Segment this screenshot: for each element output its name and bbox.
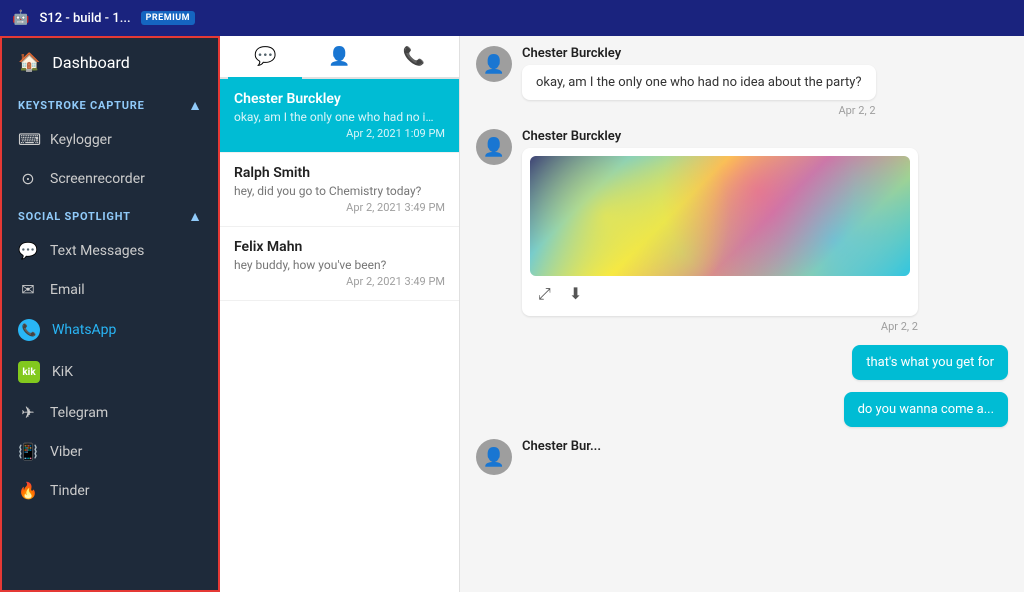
premium-badge: PREMIUM: [141, 11, 195, 25]
keystroke-chevron-icon: ▲: [188, 97, 202, 114]
conv-chester-time: Apr 2, 2021 1:09 PM: [234, 127, 445, 140]
tinder-label: Tinder: [50, 483, 90, 499]
msg-sender-2: Chester Burckley: [522, 129, 918, 144]
conv-felix-preview: hey buddy, how you've been?: [234, 258, 434, 272]
telegram-label: Telegram: [50, 405, 108, 421]
conv-chester-preview: okay, am I the only one who had no i...: [234, 110, 434, 124]
conv-ralph-time: Apr 2, 2021 3:49 PM: [234, 201, 445, 214]
social-section: SOCIAL SPOTLIGHT ▲: [2, 198, 218, 231]
keystroke-section: KEYSTROKE CAPTURE ▲: [2, 87, 218, 120]
download-icon[interactable]: ⬇: [565, 282, 586, 306]
tab-calls[interactable]: 📞: [377, 36, 451, 77]
social-section-title: SOCIAL SPOTLIGHT: [18, 210, 131, 223]
viber-label: Viber: [50, 444, 82, 460]
avatar-chester-2: 👤: [476, 129, 512, 165]
message-row-1: 👤 Chester Burckley okay, am I the only o…: [476, 46, 1008, 117]
conv-felix-name: Felix Mahn: [234, 239, 445, 255]
party-image-visual: [530, 156, 910, 276]
image-actions: ⤢ ⬇: [530, 276, 910, 308]
keystroke-section-title: KEYSTROKE CAPTURE: [18, 99, 145, 112]
sidebar-item-keylogger[interactable]: ⌨ Keylogger: [2, 120, 218, 159]
top-bar: 🤖 S12 - build - 1... PREMIUM: [0, 0, 1024, 36]
home-icon: 🏠: [18, 52, 40, 73]
screenrecorder-label: Screenrecorder: [50, 171, 145, 187]
conv-item-chester[interactable]: Chester Burckley okay, am I the only one…: [220, 79, 459, 153]
msg-bubble-wrap-5: Chester Bur...: [522, 439, 601, 458]
party-image: [530, 156, 910, 276]
msg-sender-1: Chester Burckley: [522, 46, 876, 61]
msg-bubble-wrap-4: do you wanna come a...: [844, 392, 1008, 427]
content-area: 💬 👤 📞 Chester Burckley okay, am I the on…: [220, 36, 1024, 592]
conv-ralph-name: Ralph Smith: [234, 165, 445, 181]
conversation-tabs: 💬 👤 📞: [220, 36, 459, 79]
avatar-icon-1: 👤: [483, 54, 505, 75]
email-icon: ✉: [18, 280, 38, 299]
screenrecorder-icon: ⊙: [18, 169, 38, 188]
msg-time-2: Apr 2, 2: [522, 320, 918, 333]
sidebar-item-whatsapp[interactable]: 📞 WhatsApp: [2, 309, 218, 351]
conv-chester-name: Chester Burckley: [234, 91, 445, 107]
device-title: S12 - build - 1...: [39, 11, 130, 26]
sidebar: 🏠 Dashboard KEYSTROKE CAPTURE ▲ ⌨ Keylog…: [0, 36, 220, 592]
sidebar-item-tinder[interactable]: 🔥 Tinder: [2, 471, 218, 510]
whatsapp-label: WhatsApp: [52, 322, 116, 338]
sidebar-item-kik[interactable]: kik KiK: [2, 351, 218, 393]
kik-icon: kik: [18, 361, 40, 383]
sidebar-item-text-messages[interactable]: 💬 Text Messages: [2, 231, 218, 270]
conv-ralph-preview: hey, did you go to Chemistry today?: [234, 184, 434, 198]
msg-image-bubble: ⤢ ⬇: [522, 148, 918, 316]
viber-icon: 📳: [18, 442, 38, 461]
text-messages-label: Text Messages: [50, 243, 144, 259]
email-label: Email: [50, 282, 85, 298]
message-row-2: 👤 Chester Burckley ⤢ ⬇ Apr 2, 2: [476, 129, 1008, 333]
conversation-panel: 💬 👤 📞 Chester Burckley okay, am I the on…: [220, 36, 460, 592]
message-row-4: do you wanna come a...: [476, 392, 1008, 427]
sidebar-item-viber[interactable]: 📳 Viber: [2, 432, 218, 471]
social-section-header[interactable]: SOCIAL SPOTLIGHT ▲: [18, 208, 202, 225]
keyboard-icon: ⌨: [18, 130, 38, 149]
telegram-icon: ✈: [18, 403, 38, 422]
text-messages-icon: 💬: [18, 241, 38, 260]
tinder-icon: 🔥: [18, 481, 38, 500]
message-detail: 👤 Chester Burckley okay, am I the only o…: [460, 36, 1024, 592]
msg-bubble-wrap-2: Chester Burckley ⤢ ⬇ Apr 2, 2: [522, 129, 918, 333]
expand-icon[interactable]: ⤢: [534, 282, 555, 306]
msg-bubble-4: do you wanna come a...: [844, 392, 1008, 427]
message-row-5-partial: 👤 Chester Bur...: [476, 439, 1008, 475]
msg-bubble-wrap-3: that's what you get for: [852, 345, 1008, 380]
keystroke-section-header[interactable]: KEYSTROKE CAPTURE ▲: [18, 97, 202, 114]
sidebar-dashboard-label: Dashboard: [52, 53, 129, 72]
keylogger-label: Keylogger: [50, 132, 112, 148]
main-layout: 🏠 Dashboard KEYSTROKE CAPTURE ▲ ⌨ Keylog…: [0, 36, 1024, 592]
avatar-chester-1: 👤: [476, 46, 512, 82]
conv-item-felix[interactable]: Felix Mahn hey buddy, how you've been? A…: [220, 227, 459, 301]
conv-item-ralph[interactable]: Ralph Smith hey, did you go to Chemistry…: [220, 153, 459, 227]
msg-bubble-3: that's what you get for: [852, 345, 1008, 380]
tab-messages[interactable]: 💬: [228, 36, 302, 77]
conv-felix-time: Apr 2, 2021 3:49 PM: [234, 275, 445, 288]
msg-time-1: Apr 2, 2: [522, 104, 876, 117]
kik-label: KiK: [52, 364, 73, 380]
sidebar-item-dashboard[interactable]: 🏠 Dashboard: [2, 38, 218, 87]
avatar-icon-3: 👤: [483, 447, 505, 468]
avatar-icon-2: 👤: [483, 137, 505, 158]
messages-tab-icon: 💬: [254, 46, 276, 67]
msg-sender-5: Chester Bur...: [522, 439, 601, 454]
contacts-tab-icon: 👤: [328, 46, 350, 67]
whatsapp-icon: 📞: [18, 319, 40, 341]
tab-contacts[interactable]: 👤: [302, 36, 376, 77]
social-chevron-icon: ▲: [188, 208, 202, 225]
avatar-chester-3: 👤: [476, 439, 512, 475]
sidebar-item-telegram[interactable]: ✈ Telegram: [2, 393, 218, 432]
sidebar-item-email[interactable]: ✉ Email: [2, 270, 218, 309]
msg-bubble-1: okay, am I the only one who had no idea …: [522, 65, 876, 100]
message-row-3: that's what you get for: [476, 345, 1008, 380]
sidebar-item-screenrecorder[interactable]: ⊙ Screenrecorder: [2, 159, 218, 198]
conversation-list: Chester Burckley okay, am I the only one…: [220, 79, 459, 592]
calls-tab-icon: 📞: [403, 46, 425, 67]
msg-bubble-wrap-1: Chester Burckley okay, am I the only one…: [522, 46, 876, 117]
android-icon: 🤖: [12, 10, 29, 26]
